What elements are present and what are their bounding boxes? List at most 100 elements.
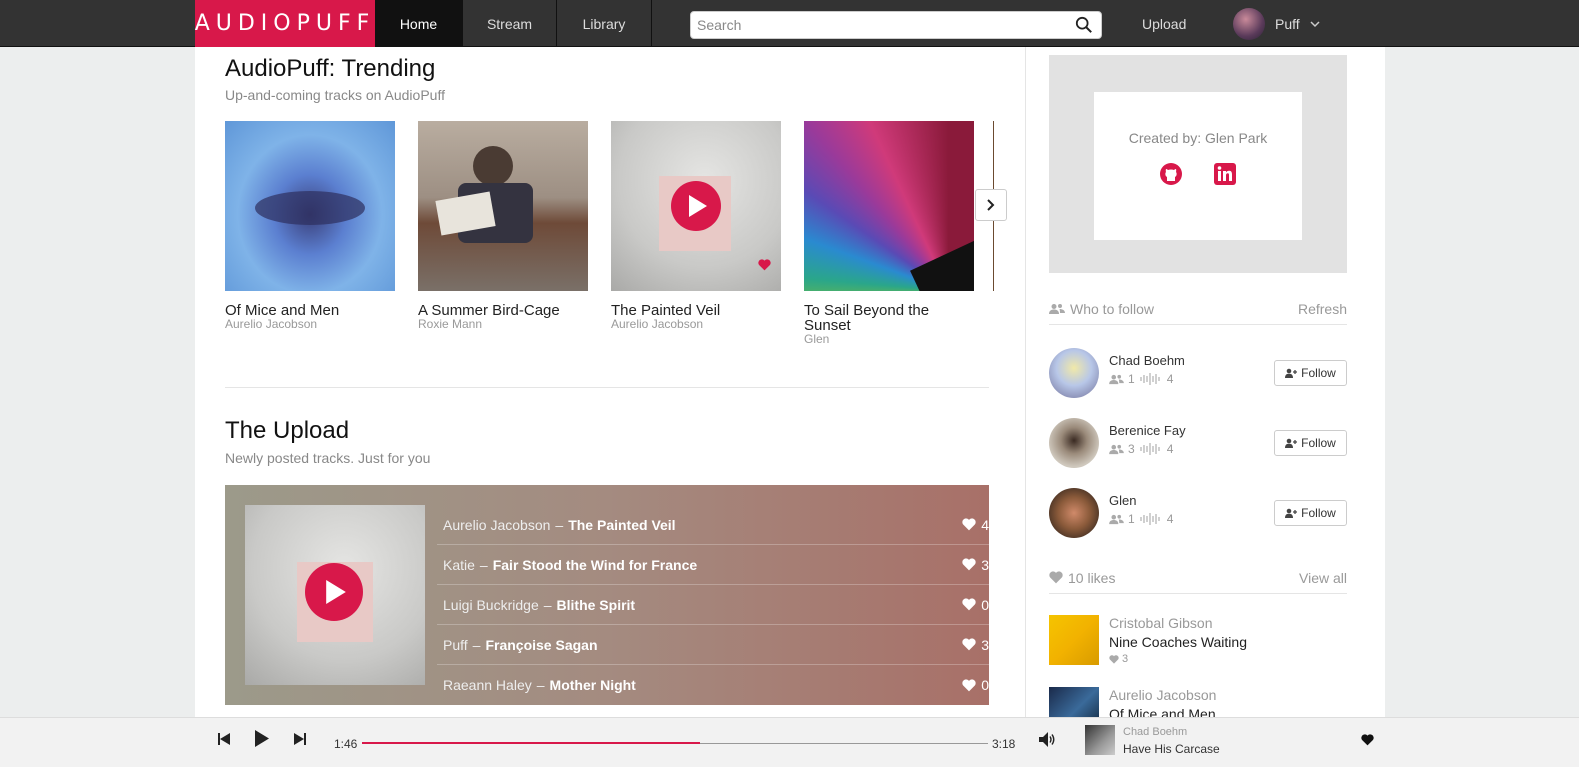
track-artist[interactable]: Aurelio Jacobson bbox=[443, 517, 550, 533]
logo[interactable]: AUDIOPUFF bbox=[195, 0, 375, 47]
track-artwork[interactable] bbox=[1049, 615, 1099, 665]
view-all-link[interactable]: View all bbox=[1299, 570, 1347, 586]
track-artwork[interactable] bbox=[418, 121, 588, 291]
like-button[interactable] bbox=[1361, 734, 1374, 746]
previous-button[interactable] bbox=[218, 733, 230, 745]
tile-artist[interactable]: Aurelio Jacobson bbox=[225, 318, 395, 331]
track-title[interactable]: Mother Night bbox=[550, 677, 636, 693]
like-count[interactable]: 0 bbox=[962, 677, 989, 693]
track-title[interactable]: Blithe Spirit bbox=[557, 597, 636, 613]
track-artist[interactable]: Puff bbox=[443, 637, 468, 653]
refresh-link[interactable]: Refresh bbox=[1298, 301, 1347, 317]
github-icon[interactable] bbox=[1159, 162, 1183, 186]
tile-title[interactable]: Of Mice and Men bbox=[225, 303, 395, 318]
track-artwork[interactable] bbox=[804, 121, 974, 291]
linkedin-icon[interactable] bbox=[1213, 162, 1237, 186]
heart-icon bbox=[1361, 734, 1374, 746]
credit-text: Created by: Glen Park bbox=[1128, 130, 1268, 146]
waveform-icon bbox=[1139, 373, 1160, 385]
avatar[interactable] bbox=[1049, 418, 1099, 468]
user-name[interactable]: Chad Boehm bbox=[1109, 353, 1185, 368]
trending-title: AudioPuff: Trending bbox=[225, 55, 436, 82]
track-tile[interactable]: A Summer Bird-Cage Roxie Mann bbox=[418, 121, 588, 331]
who-to-follow-label: Who to follow bbox=[1070, 300, 1155, 317]
tile-title[interactable]: The Painted Veil bbox=[611, 303, 781, 318]
track-title[interactable]: Nine Coaches Waiting bbox=[1109, 634, 1247, 650]
user-stats: 3 4 bbox=[1109, 442, 1173, 456]
track-artist[interactable]: Raeann Haley bbox=[443, 677, 532, 693]
track-title[interactable]: Of Mice and Men bbox=[1109, 706, 1216, 717]
follow-button[interactable]: Follow bbox=[1274, 500, 1347, 526]
track-row[interactable]: Raeann Haley – Mother Night 0 bbox=[437, 665, 989, 705]
track-artwork[interactable] bbox=[245, 505, 425, 685]
search-input[interactable] bbox=[691, 12, 1061, 38]
track-artwork[interactable] bbox=[225, 121, 395, 291]
follow-suggestion: Berenice Fay 3 4 Follow bbox=[1049, 418, 1347, 468]
track-title[interactable]: Françoise Sagan bbox=[485, 637, 597, 653]
follow-button[interactable]: Follow bbox=[1274, 430, 1347, 456]
like-count: 3 bbox=[1109, 653, 1128, 665]
user-plus-icon bbox=[1285, 438, 1298, 448]
users-icon bbox=[1109, 444, 1124, 454]
tile-artist[interactable]: Aurelio Jacobson bbox=[611, 318, 781, 331]
carousel-next-button[interactable] bbox=[975, 189, 1007, 221]
tile-title[interactable]: A Summer Bird-Cage bbox=[418, 303, 588, 318]
credit-panel: Created by: Glen Park bbox=[1049, 55, 1347, 273]
like-count[interactable]: 3 bbox=[962, 637, 989, 653]
likes-header: 10 likes View all bbox=[1049, 562, 1347, 594]
user-plus-icon bbox=[1285, 508, 1298, 518]
search-icon[interactable] bbox=[1075, 16, 1093, 34]
heart-icon bbox=[1109, 654, 1119, 664]
next-button[interactable] bbox=[294, 733, 306, 745]
track-row[interactable]: Aurelio Jacobson – The Painted Veil 4 bbox=[437, 505, 989, 545]
tile-artist[interactable]: Glen bbox=[804, 333, 974, 346]
track-artwork[interactable] bbox=[1049, 687, 1099, 717]
tile-title[interactable]: To Sail Beyond the Sunset bbox=[804, 303, 974, 333]
track-row[interactable]: Puff – Françoise Sagan 3 bbox=[437, 625, 989, 665]
now-playing-artist[interactable]: Chad Boehm bbox=[1123, 726, 1187, 738]
play-button[interactable] bbox=[305, 563, 363, 621]
upload-link[interactable]: Upload bbox=[1142, 0, 1186, 47]
tile-artist[interactable]: Roxie Mann bbox=[418, 318, 588, 331]
track-title[interactable]: Fair Stood the Wind for France bbox=[493, 557, 697, 573]
track-tile[interactable]: The Painted Veil Aurelio Jacobson bbox=[611, 121, 781, 331]
tab-stream[interactable]: Stream bbox=[463, 0, 557, 47]
user-name[interactable]: Berenice Fay bbox=[1109, 423, 1186, 438]
tab-home[interactable]: Home bbox=[375, 0, 463, 47]
users-icon bbox=[1049, 303, 1065, 314]
play-button[interactable] bbox=[671, 181, 721, 231]
track-row[interactable]: Luigi Buckridge – Blithe Spirit 0 bbox=[437, 585, 989, 625]
heart-icon[interactable] bbox=[758, 259, 771, 271]
now-playing-artwork[interactable] bbox=[1085, 725, 1115, 755]
track-artist[interactable]: Aurelio Jacobson bbox=[1109, 687, 1216, 703]
play-icon bbox=[255, 730, 269, 747]
trending-subtitle: Up-and-coming tracks on AudioPuff bbox=[225, 87, 445, 103]
top-nav: AUDIOPUFF Home Stream Library Upload Puf… bbox=[0, 0, 1579, 47]
track-tile[interactable]: To Sail Beyond the Sunset Glen bbox=[804, 121, 974, 346]
track-artist[interactable]: Luigi Buckridge bbox=[443, 597, 539, 613]
social-links bbox=[1094, 162, 1302, 186]
volume-button[interactable] bbox=[1039, 732, 1056, 747]
now-playing-title[interactable]: Have His Carcase bbox=[1123, 742, 1220, 756]
track-artist[interactable]: Cristobal Gibson bbox=[1109, 615, 1213, 631]
track-title[interactable]: The Painted Veil bbox=[568, 517, 675, 533]
track-tile[interactable]: Of Mice and Men Aurelio Jacobson bbox=[225, 121, 395, 331]
avatar[interactable] bbox=[1049, 488, 1099, 538]
tab-library[interactable]: Library bbox=[557, 0, 652, 47]
track-artwork[interactable] bbox=[611, 121, 781, 291]
track-row[interactable]: Katie – Fair Stood the Wind for France 3 bbox=[437, 545, 989, 585]
chevron-right-icon bbox=[987, 199, 995, 211]
avatar[interactable] bbox=[1049, 348, 1099, 398]
like-count[interactable]: 3 bbox=[962, 557, 989, 573]
user-menu[interactable]: Puff bbox=[1233, 8, 1320, 40]
credit-card: Created by: Glen Park bbox=[1094, 92, 1302, 240]
play-icon bbox=[689, 195, 707, 217]
current-time: 1:46 bbox=[334, 737, 358, 751]
track-artist[interactable]: Katie bbox=[443, 557, 475, 573]
user-name[interactable]: Glen bbox=[1109, 493, 1136, 508]
progress-bar[interactable] bbox=[362, 742, 988, 744]
play-pause-button[interactable] bbox=[255, 730, 269, 747]
like-count[interactable]: 0 bbox=[962, 597, 989, 613]
follow-button[interactable]: Follow bbox=[1274, 360, 1347, 386]
like-count[interactable]: 4 bbox=[962, 517, 989, 533]
